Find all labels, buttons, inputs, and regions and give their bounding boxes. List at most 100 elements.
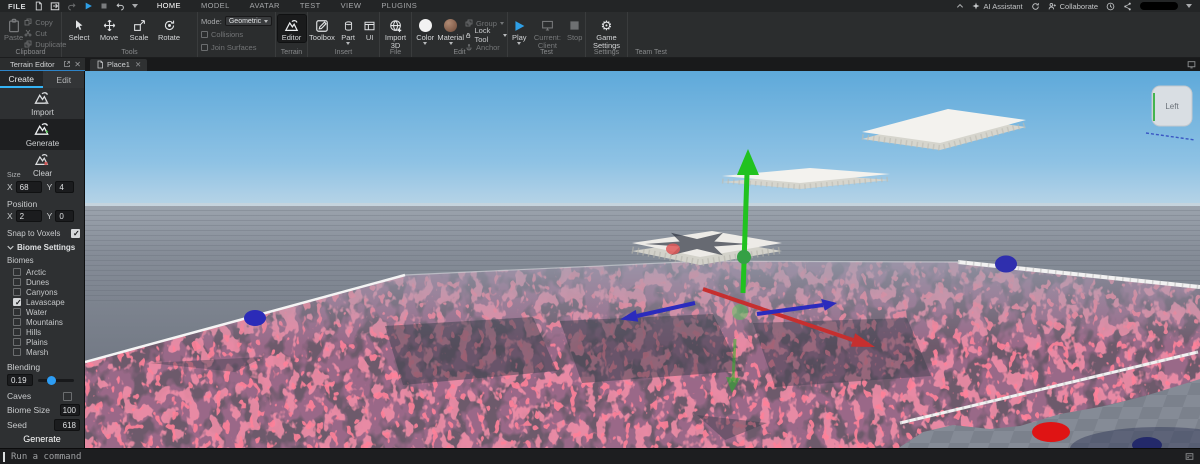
play-button[interactable]: Play: [509, 15, 529, 51]
history-icon[interactable]: [1106, 2, 1115, 11]
sync-icon[interactable]: [1031, 2, 1040, 11]
tab-test[interactable]: TEST: [291, 0, 330, 12]
caves-row: Caves: [7, 391, 80, 401]
redo-icon[interactable]: [67, 2, 77, 11]
document-tab-place1[interactable]: Place1 ✕: [90, 59, 147, 71]
collisions-checkbox-row[interactable]: Collisions: [201, 29, 272, 39]
blending-slider-thumb[interactable]: [47, 376, 56, 385]
biome-row-plains[interactable]: Plains: [13, 337, 82, 347]
paste-button[interactable]: Paste: [4, 15, 23, 49]
biome-settings-header[interactable]: Biome Settings: [7, 243, 80, 252]
biomes-label: Biomes: [7, 256, 34, 265]
handle-red-bottom[interactable]: [1032, 422, 1070, 442]
seed-field[interactable]: 618: [54, 419, 80, 431]
material-dropdown-caret[interactable]: [449, 42, 453, 45]
generate-button[interactable]: Generate: [6, 432, 78, 446]
copy-button[interactable]: Copy: [24, 17, 66, 27]
gizmo-sphere-green[interactable]: [737, 250, 751, 264]
cut-button[interactable]: Cut: [24, 28, 66, 38]
tab-model[interactable]: MODEL: [192, 0, 239, 12]
tab-view[interactable]: VIEW: [332, 0, 371, 12]
checkbox-canyons[interactable]: [13, 288, 21, 296]
undo-icon[interactable]: [115, 2, 125, 11]
checkbox-mountains[interactable]: [13, 318, 21, 326]
qat-dropdown-caret[interactable]: [132, 4, 138, 8]
color-button[interactable]: Color: [415, 15, 435, 52]
biome-row-canyons[interactable]: Canyons: [13, 287, 82, 297]
popout-icon[interactable]: [63, 60, 71, 68]
position-y-field[interactable]: 0: [55, 210, 74, 222]
collisions-checkbox[interactable]: [201, 31, 208, 38]
open-file-icon[interactable]: [50, 1, 60, 11]
select-tool-button[interactable]: Select: [65, 15, 93, 42]
checkbox-marsh[interactable]: [13, 348, 21, 356]
statusbar-terminal-icon[interactable]: [1185, 452, 1194, 461]
lock-tool-button[interactable]: Lock Tool: [465, 30, 507, 40]
material-button[interactable]: Material: [437, 15, 464, 52]
biome-row-hills[interactable]: Hills: [13, 327, 82, 337]
checkbox-arctic[interactable]: [13, 268, 21, 276]
game-settings-button[interactable]: ⚙ GameSettings: [589, 15, 625, 51]
checkbox-plains[interactable]: [13, 338, 21, 346]
play-quick-icon[interactable]: [84, 1, 93, 11]
duplicate-button[interactable]: Duplicate: [24, 39, 66, 49]
biome-row-mountains[interactable]: Mountains: [13, 317, 82, 327]
new-file-icon[interactable]: [34, 1, 43, 11]
collaborate-button[interactable]: Collaborate: [1048, 2, 1098, 11]
move-tool-button[interactable]: Move: [95, 15, 123, 42]
biome-row-water[interactable]: Water: [13, 307, 82, 317]
blending-value-field[interactable]: 0.19: [7, 374, 33, 386]
generate-tool-button[interactable]: Generate: [0, 119, 85, 150]
scale-tool-button[interactable]: Scale: [125, 15, 153, 42]
ai-assistant-button[interactable]: AI Assistant: [972, 2, 1022, 11]
import-tool-button[interactable]: Import: [0, 88, 85, 119]
part-cylinder-icon: [343, 17, 354, 34]
command-bar-input[interactable]: Run a command: [11, 452, 81, 462]
biome-row-arctic[interactable]: Arctic: [13, 267, 82, 277]
handle-blue-right[interactable]: [995, 256, 1017, 273]
viewport-3d[interactable]: Left: [85, 71, 1200, 448]
blending-slider[interactable]: [38, 379, 74, 382]
toolbox-button[interactable]: Toolbox: [309, 15, 335, 45]
import-3d-button[interactable]: Import3D: [382, 15, 410, 51]
handle-blue-left[interactable]: [244, 310, 266, 326]
collapse-ribbon-icon[interactable]: [956, 3, 964, 9]
close-icon[interactable]: ✕: [74, 60, 81, 69]
panel-tab-create[interactable]: Create: [0, 71, 43, 88]
viewport-display-icon[interactable]: [1187, 60, 1200, 69]
share-icon[interactable]: [1123, 2, 1132, 11]
size-y-field[interactable]: 4: [55, 181, 74, 193]
part-button[interactable]: Part: [338, 15, 358, 45]
size-x-field[interactable]: 68: [16, 181, 42, 193]
color-dropdown-caret[interactable]: [423, 42, 427, 45]
checkbox-hills[interactable]: [13, 328, 21, 336]
stop-quick-icon[interactable]: [100, 2, 108, 10]
panel-tab-edit[interactable]: Edit: [43, 71, 86, 88]
snap-to-voxels-checkbox[interactable]: [71, 229, 80, 238]
position-x-field[interactable]: 2: [16, 210, 42, 222]
current-client-button[interactable]: Current:Client: [533, 15, 561, 51]
rotate-tool-button[interactable]: Rotate: [155, 15, 183, 42]
biome-row-lavascape[interactable]: Lavascape: [13, 297, 82, 307]
tab-plugins[interactable]: PLUGINS: [372, 0, 426, 12]
biome-size-field[interactable]: 100: [60, 404, 80, 416]
checkbox-dunes[interactable]: [13, 278, 21, 286]
biome-row-marsh[interactable]: Marsh: [13, 347, 82, 357]
mode-dropdown[interactable]: Geometric: [225, 16, 272, 26]
ui-button[interactable]: UI: [361, 15, 378, 45]
play-dropdown-caret[interactable]: [517, 42, 521, 45]
file-menu-button[interactable]: FILE: [0, 2, 34, 11]
checkbox-lavascape[interactable]: [13, 298, 21, 306]
biome-row-dunes[interactable]: Dunes: [13, 277, 82, 287]
stop-button[interactable]: Stop: [565, 15, 584, 51]
user-account-redacted[interactable]: [1140, 2, 1178, 10]
account-dropdown-caret[interactable]: [1186, 4, 1192, 8]
tab-avatar[interactable]: AVATAR: [241, 0, 289, 12]
close-tab-icon[interactable]: ✕: [135, 60, 141, 69]
checkbox-water[interactable]: [13, 308, 21, 316]
caves-checkbox[interactable]: [63, 392, 72, 401]
gizmo-sphere-red[interactable]: [666, 244, 680, 255]
part-dropdown-caret[interactable]: [346, 42, 350, 45]
tab-home[interactable]: HOME: [148, 0, 190, 12]
terrain-editor-button[interactable]: Editor: [278, 15, 306, 42]
